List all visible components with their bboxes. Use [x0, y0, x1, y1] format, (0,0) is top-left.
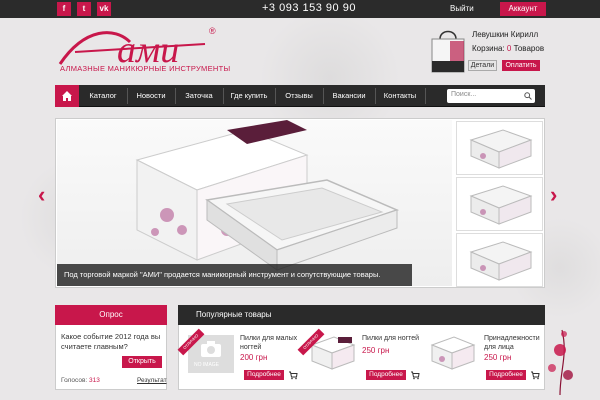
phone-number: +3 093 153 90 90	[262, 2, 356, 14]
poll-votes-count: 313	[89, 377, 100, 384]
cart-user-name: Левушкин Кирилл	[472, 30, 539, 39]
product-price: 200 грн	[240, 353, 268, 362]
product-more-button[interactable]: Подробнее	[486, 370, 526, 380]
cart-count-prefix: Корзина:	[472, 44, 507, 53]
logout-link[interactable]: Выйти	[450, 4, 474, 13]
cart-details-button[interactable]: Детали	[468, 60, 497, 71]
product-name[interactable]: Пилки для ногтей	[362, 334, 424, 343]
poll-votes: Голосов: 313	[61, 377, 100, 384]
registered-mark: ®	[209, 26, 216, 36]
cart-icon[interactable]	[410, 370, 420, 380]
slide-main-image[interactable]	[57, 120, 452, 286]
slider-thumbnail[interactable]	[456, 177, 543, 231]
nav-item-sharpening[interactable]: Заточка	[177, 85, 221, 107]
no-image-text: NO IMAGE	[194, 362, 220, 368]
nav-item-contacts[interactable]: Контакты	[377, 85, 423, 107]
nav-divider	[175, 88, 176, 104]
nav-item-vacancies[interactable]: Вакансии	[325, 85, 373, 107]
poll-title: Опрос	[55, 305, 167, 325]
slider-prev-arrow[interactable]: ‹	[38, 182, 45, 208]
product-name[interactable]: Принадлежности для лица	[484, 334, 542, 352]
slider-thumbnail[interactable]	[456, 121, 543, 175]
nav-home[interactable]	[55, 85, 79, 107]
nav-divider	[323, 88, 324, 104]
poll-question: Какое событие 2012 года вы считаете глав…	[61, 332, 161, 351]
decorative-flower	[548, 329, 573, 395]
slide-caption: Под торговой маркой "АМИ" продается мани…	[64, 270, 381, 279]
nav-divider	[223, 88, 224, 104]
camera-icon	[201, 341, 221, 357]
nav-item-news[interactable]: Новости	[129, 85, 173, 107]
product-more-button[interactable]: Подробнее	[366, 370, 406, 380]
search-placeholder: Поиск...	[451, 91, 477, 98]
nav-item-reviews[interactable]: Отзывы	[277, 85, 321, 107]
thumbnail-image	[469, 241, 533, 281]
cart-count-suffix: Товаров	[511, 44, 545, 53]
nav-divider	[425, 88, 426, 104]
poll-results-link[interactable]: Результат	[137, 377, 167, 384]
twitter-icon[interactable]: t	[77, 2, 91, 16]
search-input[interactable]: Поиск...	[447, 89, 535, 103]
nav-divider	[275, 88, 276, 104]
vk-icon[interactable]: vk	[97, 2, 111, 16]
poll-open-button[interactable]: Открыть	[122, 356, 162, 368]
cart-icon[interactable]	[530, 370, 540, 380]
popular-products-title: Популярные товары	[178, 305, 545, 325]
nav-item-where-to-buy[interactable]: Где купить	[225, 85, 273, 107]
slider-next-arrow[interactable]: ›	[550, 182, 557, 208]
cart-summary: Корзина: 0 Товаров	[472, 44, 544, 53]
nav-divider	[375, 88, 376, 104]
search-icon[interactable]	[524, 92, 532, 100]
home-icon	[62, 91, 72, 101]
product-price: 250 грн	[484, 353, 512, 362]
shopping-bag-icon[interactable]	[430, 27, 466, 73]
nav-item-catalog[interactable]: Каталог	[81, 85, 125, 107]
sterilizer-box-image	[135, 120, 400, 271]
account-button[interactable]: Аккаунт	[500, 2, 546, 16]
product-price: 250 грн	[362, 346, 390, 355]
thumbnail-image	[469, 129, 533, 169]
thumbnail-image	[469, 185, 533, 225]
product-name[interactable]: Пилки для малых ногтей	[240, 334, 300, 352]
nav-divider	[127, 88, 128, 104]
poll-votes-label: Голосов:	[61, 377, 90, 384]
facebook-icon[interactable]: f	[57, 2, 71, 16]
slider-thumbnail[interactable]	[456, 233, 543, 287]
logo-subtitle: АЛМАЗНЫЕ МАНИКЮРНЫЕ ИНСТРУМЕНТЫ	[60, 64, 231, 73]
cart-icon[interactable]	[288, 370, 298, 380]
product-image[interactable]	[428, 333, 478, 373]
product-more-button[interactable]: Подробнее	[244, 370, 284, 380]
cart-pay-button[interactable]: Оплатить	[502, 60, 540, 71]
